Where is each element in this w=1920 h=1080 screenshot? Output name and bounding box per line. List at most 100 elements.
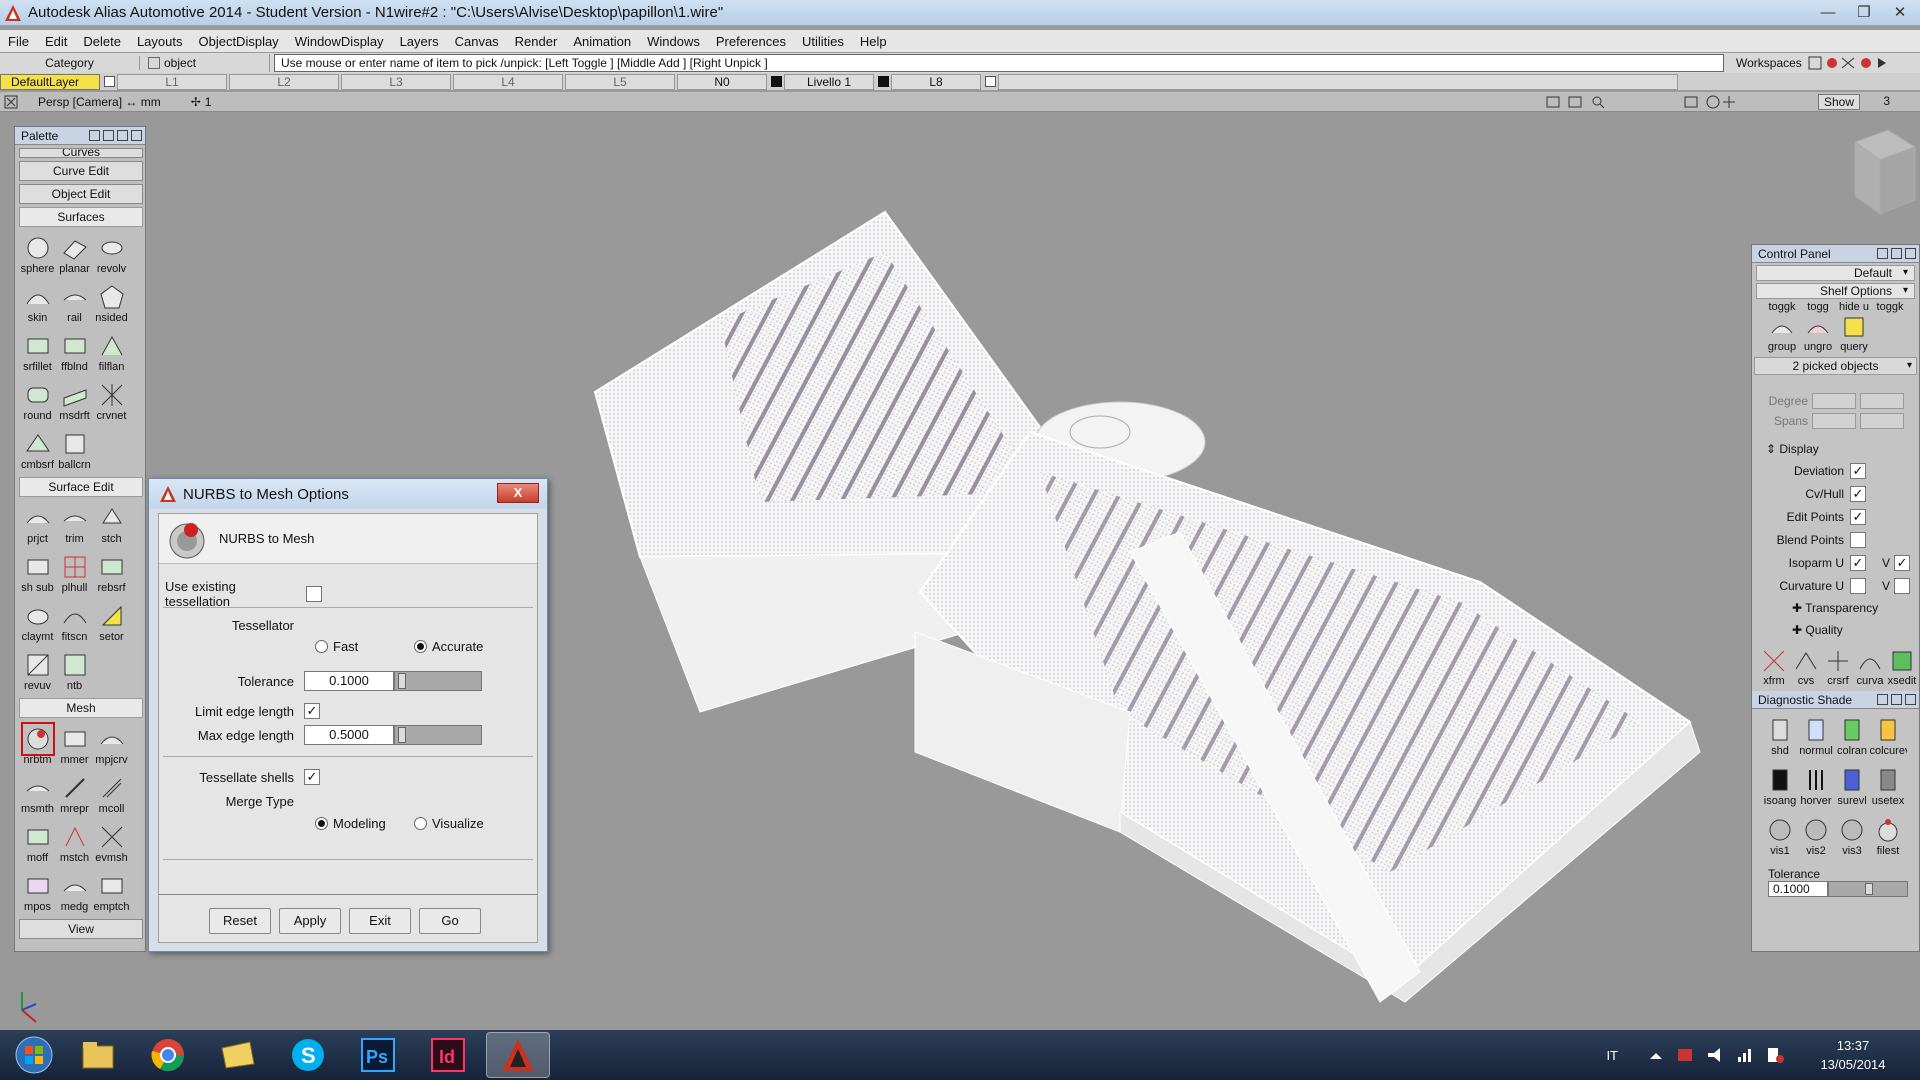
close-window-button[interactable]: ✕: [1886, 2, 1914, 22]
layer-visibility-box[interactable]: [104, 76, 115, 87]
preset-dropdown[interactable]: Default: [1756, 265, 1915, 281]
visualize-radio[interactable]: [414, 817, 427, 830]
shelf-group[interactable]: group: [1764, 313, 1800, 353]
tool-crsrf[interactable]: crsrf: [1822, 647, 1854, 687]
menu-canvas[interactable]: Canvas: [447, 34, 507, 49]
tool-msdrft[interactable]: msdrft: [56, 378, 93, 425]
menu-delete[interactable]: Delete: [75, 34, 129, 49]
layer-slot-5[interactable]: L5: [565, 73, 675, 90]
tool-mstch[interactable]: mstch: [56, 820, 93, 867]
tool-normul[interactable]: normul: [1798, 713, 1834, 761]
menu-preferences[interactable]: Preferences: [708, 34, 794, 49]
diag-tolerance-input[interactable]: 0.1000: [1768, 881, 1828, 897]
menu-file[interactable]: File: [0, 34, 37, 49]
layer-slot-1[interactable]: L1: [117, 73, 227, 90]
tool-cvs[interactable]: cvs: [1790, 647, 1822, 687]
view-close-icon[interactable]: [4, 95, 18, 109]
layer-default[interactable]: DefaultLayer: [0, 73, 100, 90]
ds-list-icon[interactable]: [1877, 694, 1888, 705]
prompt-input[interactable]: Use mouse or enter name of item to pick …: [274, 54, 1724, 72]
merge-visualize-option[interactable]: Visualize: [414, 816, 484, 831]
tool-vis2[interactable]: vis2: [1798, 813, 1834, 861]
tool-nrbtm[interactable]: nrbtm: [19, 722, 56, 769]
tool-mrepr[interactable]: mrepr: [56, 771, 93, 818]
shelf-ungroup[interactable]: ungro: [1800, 313, 1836, 353]
tool-evmsh[interactable]: evmsh: [93, 820, 130, 867]
tool-filest[interactable]: filest: [1870, 813, 1906, 861]
tool-srfillet[interactable]: srfillet: [19, 329, 56, 376]
tool-prjct[interactable]: prjct: [19, 501, 56, 548]
tool-moff[interactable]: moff: [19, 820, 56, 867]
diag-tolerance-slider[interactable]: [1828, 881, 1908, 897]
menu-objectdisplay[interactable]: ObjectDisplay: [190, 34, 286, 49]
tool-cmbsrf[interactable]: cmbsrf: [19, 427, 56, 474]
dialog-titlebar[interactable]: NURBS to Mesh Options: [149, 479, 547, 509]
menu-animation[interactable]: Animation: [565, 34, 639, 49]
tool-medg[interactable]: medg: [56, 869, 93, 916]
reset-button[interactable]: Reset: [209, 908, 271, 934]
taskbar-chrome[interactable]: [136, 1032, 200, 1078]
max-edge-input[interactable]: 0.5000: [304, 725, 394, 745]
tool-xfrm[interactable]: xfrm: [1758, 647, 1790, 687]
tool-revolve[interactable]: revolv: [93, 231, 130, 278]
tool-vis3[interactable]: vis3: [1834, 813, 1870, 861]
tessellator-fast-option[interactable]: Fast: [315, 639, 358, 654]
cvhull-checkbox[interactable]: ✓: [1850, 485, 1866, 502]
menu-edit[interactable]: Edit: [37, 34, 75, 49]
palette-tab-curves[interactable]: Curves: [19, 148, 143, 158]
cp-collapse-icon[interactable]: [1891, 248, 1902, 259]
tool-skin[interactable]: skin: [19, 280, 56, 327]
tolerance-input[interactable]: 0.1000: [304, 671, 394, 691]
tool-sphere[interactable]: sphere: [19, 231, 56, 278]
palette-options-icon[interactable]: [89, 130, 100, 141]
dialog-close-button[interactable]: X: [497, 483, 539, 503]
tolerance-slider[interactable]: [394, 671, 482, 691]
layer-n0[interactable]: N0: [677, 73, 767, 90]
tool-msmth[interactable]: msmth: [19, 771, 56, 818]
camera-tools-icon[interactable]: [1545, 94, 1605, 110]
tool-mmer[interactable]: mmer: [56, 722, 93, 769]
tool-surevl[interactable]: surevl: [1834, 763, 1870, 811]
transparency-section[interactable]: ✚ Transparency: [1752, 597, 1919, 619]
modeling-radio[interactable]: [315, 817, 328, 830]
palette-tab-object-edit[interactable]: Object Edit: [19, 184, 143, 204]
tool-filflan[interactable]: filflan: [93, 329, 130, 376]
palette-section-surface-edit[interactable]: Surface Edit: [19, 477, 143, 497]
tool-fitscn[interactable]: fitscn: [56, 599, 93, 646]
taskbar-skype[interactable]: S: [276, 1032, 340, 1078]
ds-collapse-icon[interactable]: [1891, 694, 1902, 705]
workspaces-menu[interactable]: Workspaces: [1736, 56, 1888, 70]
palette-list-icon[interactable]: [103, 130, 114, 141]
minimize-button[interactable]: —: [1814, 2, 1842, 22]
tool-mpos[interactable]: mpos: [19, 869, 56, 916]
layer-slot-4[interactable]: L4: [453, 73, 563, 90]
fast-radio[interactable]: [315, 640, 328, 653]
palette-section-mesh[interactable]: Mesh: [19, 698, 143, 718]
shelf-hide[interactable]: hide u: [1836, 301, 1872, 313]
view-cube-icon[interactable]: [1853, 129, 1917, 215]
taskbar-alias[interactable]: [486, 1032, 550, 1078]
tool-claymt[interactable]: claymt: [19, 599, 56, 646]
tool-colran[interactable]: colran: [1834, 713, 1870, 761]
exit-button[interactable]: Exit: [349, 908, 411, 934]
tool-vis1[interactable]: vis1: [1762, 813, 1798, 861]
maximize-button[interactable]: ❐: [1850, 2, 1878, 22]
taskbar-photoshop[interactable]: Ps: [346, 1032, 410, 1078]
tolerance-slider-thumb[interactable]: [398, 673, 406, 689]
palette-tab-view[interactable]: View: [19, 919, 143, 939]
max-edge-slider[interactable]: [394, 725, 482, 745]
shelf-toggle-2[interactable]: togg: [1800, 301, 1836, 313]
tool-rail[interactable]: rail: [56, 280, 93, 327]
tool-stch[interactable]: stch: [93, 501, 130, 548]
tool-xsedit[interactable]: xsedit: [1886, 647, 1918, 687]
layout-num[interactable]: 3: [1883, 94, 1890, 108]
picked-objects-dropdown[interactable]: 2 picked objects ▾: [1754, 357, 1917, 375]
deviation-checkbox[interactable]: ✓: [1850, 462, 1866, 479]
shells-checkbox[interactable]: ✓: [304, 769, 320, 785]
tool-rebsrf[interactable]: rebsrf: [93, 550, 130, 597]
object-pick-mode[interactable]: object: [140, 54, 270, 72]
layer-livello-1[interactable]: Livello 1: [784, 73, 874, 90]
tool-emptch[interactable]: emptch: [93, 869, 130, 916]
taskbar-indesign[interactable]: Id: [416, 1032, 480, 1078]
start-button[interactable]: [8, 1032, 60, 1078]
